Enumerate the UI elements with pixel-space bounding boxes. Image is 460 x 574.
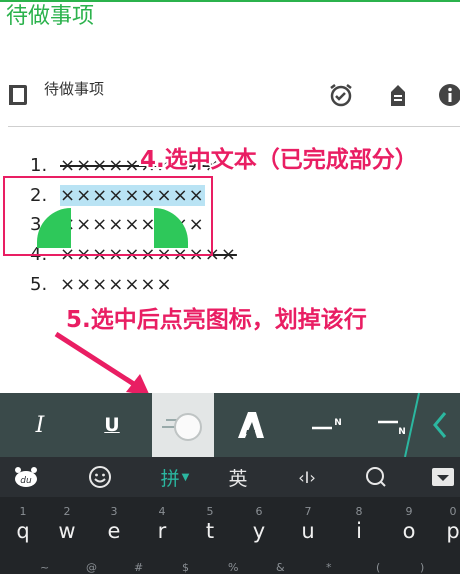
item-number: 1. — [30, 155, 48, 176]
superscript-label: N — [334, 418, 342, 428]
app-title: 待做事项 — [6, 4, 95, 29]
key-i[interactable]: 8i — [336, 505, 382, 549]
key-letter: e — [107, 519, 121, 543]
superscript-icon — [312, 426, 333, 430]
key-hint: 4 — [158, 505, 166, 518]
annotation-arrow — [54, 331, 150, 396]
annotation-step-4: 4.选中文本（已完成部分） — [140, 147, 418, 173]
key-w[interactable]: 2w — [44, 505, 90, 549]
label-icon[interactable] — [385, 82, 411, 108]
key-u[interactable]: 7u — [285, 505, 331, 549]
key-hint: 5 — [206, 505, 214, 518]
key-o[interactable]: 9o — [386, 505, 432, 549]
paw-icon: du — [15, 467, 37, 487]
chevron-down-icon: ▼ — [181, 471, 190, 483]
symbol-hint: % — [228, 561, 239, 574]
pinyin-label: 拼 — [160, 467, 180, 490]
font-style-button[interactable] — [214, 393, 288, 457]
key-letter: r — [157, 519, 167, 543]
key-letter: i — [356, 519, 362, 543]
smiley-icon — [89, 466, 111, 488]
format-bar-separator — [404, 393, 420, 457]
italic-button[interactable]: I — [0, 393, 80, 457]
cursor-move-button[interactable]: ‹I› — [284, 457, 330, 497]
key-hint: 8 — [355, 505, 363, 518]
symbol-hint: $ — [182, 561, 189, 574]
key-hint: 7 — [304, 505, 312, 518]
key-hint: 0 — [449, 505, 457, 518]
symbol-hint: # — [134, 561, 144, 574]
symbol-hint: @ — [86, 561, 97, 574]
key-q[interactable]: 1q — [0, 505, 46, 549]
underline-button[interactable]: U — [76, 393, 148, 457]
alarm-check-icon[interactable] — [328, 82, 354, 108]
list-item[interactable]: 5. ××××××× — [30, 274, 173, 302]
note-toolbar: 待做事项 — [0, 74, 460, 116]
key-letter: t — [205, 519, 215, 543]
highlight-box — [3, 176, 213, 256]
magnifier-icon — [366, 467, 386, 487]
symbol-hint: ( — [376, 561, 381, 574]
notebook-icon[interactable] — [8, 84, 28, 106]
item-text[interactable]: ××××××× — [60, 274, 173, 295]
keyboard-toolbar: du 拼 ▼ 英 ‹I› — [0, 457, 460, 497]
chevron-left-icon — [433, 412, 447, 438]
english-mode-button[interactable]: 英 — [218, 457, 258, 497]
key-hint: 1 — [19, 505, 27, 518]
svg-text:du: du — [20, 476, 32, 486]
search-icon[interactable] — [356, 457, 396, 497]
key-letter: p — [446, 519, 460, 543]
key-y[interactable]: 6y — [236, 505, 282, 549]
item-number: 5. — [30, 274, 48, 295]
key-r[interactable]: 4r — [139, 505, 185, 549]
symbol-hint: ) — [420, 561, 425, 574]
strikethrough-icon — [162, 413, 202, 441]
keyboard-down-icon — [432, 468, 454, 486]
note-label: 待做事项 — [44, 80, 105, 98]
emoji-icon[interactable] — [80, 457, 120, 497]
key-hint: 2 — [63, 505, 71, 518]
info-icon[interactable] — [437, 82, 460, 108]
symbol-hint: & — [276, 561, 285, 574]
key-p[interactable]: 0p — [430, 505, 460, 549]
baidu-keyboard-icon[interactable]: du — [6, 457, 46, 497]
font-a-icon — [238, 412, 264, 438]
collapse-format-bar-button[interactable] — [420, 393, 460, 457]
toolbar-divider — [8, 126, 460, 127]
key-letter: y — [252, 519, 266, 543]
key-hint: 6 — [255, 505, 263, 518]
symbol-hint: * — [326, 561, 332, 574]
key-t[interactable]: 5t — [187, 505, 233, 549]
pinyin-mode-button[interactable]: 拼 ▼ — [150, 457, 200, 497]
symbol-hint: ~ — [40, 561, 50, 574]
key-letter: q — [16, 519, 30, 543]
key-letter: o — [402, 519, 416, 543]
key-hint: 9 — [405, 505, 413, 518]
strikethrough-button[interactable] — [152, 393, 214, 457]
format-toolbar: I U N N — [0, 393, 460, 457]
key-letter: u — [301, 519, 315, 543]
keyboard-letters: 1q 2w 3e 4r 5t 6y 7u 8i 9o 0p ~ @ # $ % … — [0, 497, 460, 574]
key-hint: 3 — [110, 505, 118, 518]
annotation-step-5: 5.选中后点亮图标，划掉该行 — [66, 307, 367, 333]
hide-keyboard-icon[interactable] — [426, 457, 460, 497]
key-letter: w — [58, 519, 76, 543]
key-e[interactable]: 3e — [91, 505, 137, 549]
superscript-button[interactable]: N — [290, 393, 360, 457]
